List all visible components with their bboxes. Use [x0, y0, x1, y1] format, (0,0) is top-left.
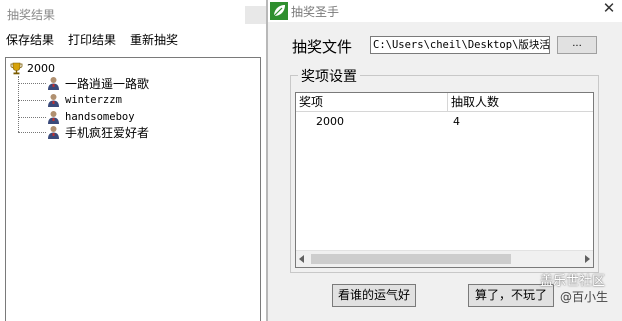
person-icon: [48, 93, 59, 107]
results-window-title: 抽奖结果: [7, 8, 56, 22]
prize-list-header: 奖项 抽取人数: [296, 93, 593, 112]
draw-lottery-button[interactable]: 看谁的运气好: [332, 284, 416, 307]
tree-winner-item[interactable]: winterzzm: [18, 92, 122, 108]
tree-branch-line: [18, 82, 46, 84]
app-leaf-icon: [270, 2, 288, 20]
menu-save-results[interactable]: 保存结果: [6, 30, 54, 50]
prize-row[interactable]: 2000 4: [296, 113, 593, 131]
scroll-left-icon[interactable]: [299, 255, 304, 263]
prize-list[interactable]: 奖项 抽取人数 2000 4: [295, 92, 594, 268]
tree-branch-line: [18, 116, 46, 118]
winner-name: winterzzm: [65, 94, 122, 106]
count-cell: 4: [453, 115, 460, 128]
results-window-close-button[interactable]: [245, 6, 266, 24]
tree-branch-line: [18, 131, 46, 133]
browse-file-button[interactable]: ...: [557, 36, 597, 54]
lottery-window-title: 抽奖圣手: [291, 5, 340, 19]
column-header-prize[interactable]: 奖项: [296, 93, 448, 112]
person-icon: [48, 125, 59, 139]
menu-redraw[interactable]: 重新抽奖: [130, 30, 178, 50]
lottery-file-path-input[interactable]: C:\Users\cheil\Desktop\版块活: [370, 36, 550, 54]
horizontal-scrollbar[interactable]: [296, 250, 593, 267]
prize-settings-label: 奖项设置: [298, 66, 360, 86]
tree-root-node[interactable]: 2000: [10, 61, 55, 75]
scrollbar-thumb[interactable]: [311, 254, 511, 264]
results-window: 抽奖结果 保存结果 打印结果 重新抽奖 2000 一路逍遥一路歌 winterz…: [0, 0, 266, 321]
winner-name: handsomeboy: [65, 111, 135, 123]
winner-name: 手机疯狂爱好者: [65, 125, 150, 140]
tree-branch-line: [18, 99, 46, 101]
menu-print-results[interactable]: 打印结果: [68, 30, 116, 50]
lottery-titlebar[interactable]: 抽奖圣手 ✕: [268, 0, 622, 22]
lottery-file-label: 抽奖文件: [292, 38, 353, 56]
trophy-icon: [10, 62, 23, 74]
prize-settings-group: 奖项设置 奖项 抽取人数 2000 4: [290, 66, 599, 273]
watermark: 盖乐世社区 @百小生: [540, 270, 622, 310]
results-tree[interactable]: 2000 一路逍遥一路歌 winterzzm handsomeboy 手机疯狂爱…: [5, 57, 261, 321]
scroll-right-icon[interactable]: [585, 255, 590, 263]
tree-root-label: 2000: [27, 61, 55, 75]
watermark-site: 盖乐世社区: [540, 274, 606, 289]
tree-winner-item[interactable]: 手机疯狂爱好者: [18, 124, 149, 140]
person-icon: [48, 110, 59, 124]
close-icon[interactable]: ✕: [600, 0, 618, 18]
column-header-count[interactable]: 抽取人数: [448, 93, 593, 112]
results-menu-bar: 保存结果 打印结果 重新抽奖: [0, 30, 186, 50]
watermark-author: @百小生: [560, 290, 609, 304]
tree-winner-item[interactable]: 一路逍遥一路歌: [18, 75, 149, 91]
prize-cell: 2000: [316, 115, 344, 128]
person-icon: [48, 76, 59, 90]
winner-name: 一路逍遥一路歌: [65, 76, 150, 91]
